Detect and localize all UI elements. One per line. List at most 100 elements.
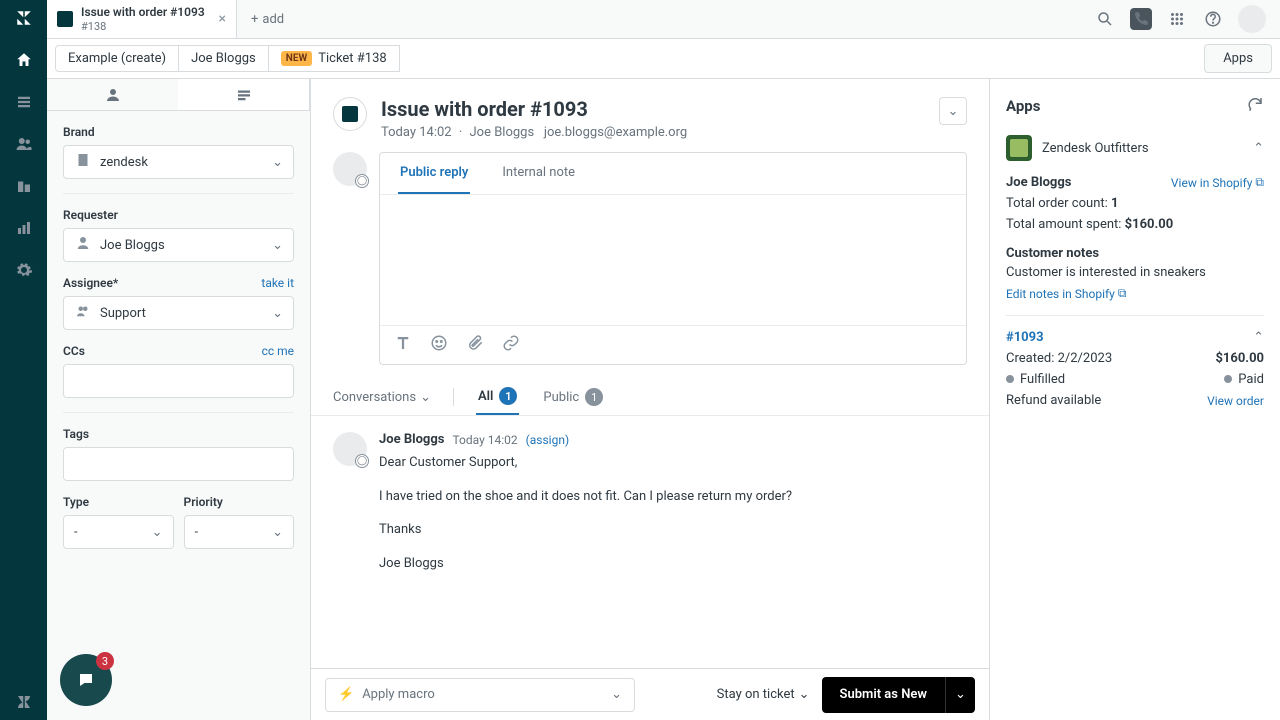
- assignee-label: Assignee*: [63, 276, 118, 290]
- nav-customers-icon[interactable]: [14, 134, 34, 154]
- refresh-icon[interactable]: [1246, 95, 1264, 117]
- customer-notes: Customer is interested in sneakers: [1006, 265, 1264, 280]
- close-tab-icon[interactable]: ×: [219, 11, 226, 27]
- tab-public-reply[interactable]: Public reply: [398, 153, 470, 194]
- composer-textarea[interactable]: [380, 195, 966, 325]
- assignee-select[interactable]: Support ⌄: [63, 296, 294, 330]
- crumb-ticket[interactable]: NEW Ticket #138: [269, 45, 400, 72]
- tags-label: Tags: [63, 427, 294, 441]
- view-order-link[interactable]: View order: [1207, 393, 1264, 408]
- msg-avatar: ◯: [333, 432, 367, 466]
- brand-select[interactable]: zendesk ⌄: [63, 145, 294, 179]
- priority-select[interactable]: -⌄: [184, 515, 295, 549]
- tab-subtitle: #138: [81, 20, 205, 33]
- help-icon[interactable]: [1202, 8, 1224, 30]
- submit-button-group: Submit as New ⌄: [822, 677, 975, 713]
- status-pill: NEW: [281, 51, 312, 66]
- public-count-badge: 1: [585, 388, 603, 406]
- conv-tab-public[interactable]: Public1: [541, 380, 605, 414]
- app-name: Zendesk Outfitters: [1042, 141, 1243, 156]
- msg-assign-link[interactable]: (assign): [526, 433, 569, 447]
- ticket-tab-icon: [57, 11, 73, 27]
- nav-admin-icon[interactable]: [14, 260, 34, 280]
- add-tab-label: add: [262, 12, 284, 27]
- stay-on-ticket-dropdown[interactable]: Stay on ticket ⌄: [717, 687, 810, 702]
- left-sidebar: Brand zendesk ⌄ Requester Joe Bloggs ⌄: [47, 79, 311, 720]
- priority-label: Priority: [184, 495, 295, 509]
- talk-icon[interactable]: [1130, 8, 1152, 30]
- tab-title: Issue with order #1093: [81, 5, 205, 19]
- chevron-down-icon: ⌄: [272, 306, 283, 321]
- nav-org-icon[interactable]: [14, 176, 34, 196]
- view-in-shopify-link[interactable]: View in Shopify ⧉: [1171, 175, 1264, 190]
- ticket-title: Issue with order #1093: [381, 97, 925, 121]
- priority-value: -: [195, 525, 199, 540]
- expand-button[interactable]: ⌄: [939, 97, 967, 125]
- conversations-dropdown[interactable]: Conversations ⌄: [333, 390, 431, 405]
- ccs-label: CCs: [63, 344, 85, 358]
- nav-zendesk-icon[interactable]: [14, 692, 34, 712]
- ccs-input[interactable]: [63, 364, 294, 398]
- app-header[interactable]: Zendesk Outfitters ⌃: [1006, 135, 1264, 161]
- chevron-down-icon: ⌄: [611, 687, 622, 702]
- order-status: Fulfilled Paid: [1006, 372, 1264, 387]
- emoji-icon[interactable]: [430, 334, 448, 356]
- msg-time: Today 14:02: [452, 433, 517, 447]
- user-badge-icon: ◯: [355, 174, 369, 188]
- brand-label: Brand: [63, 125, 294, 139]
- center-pane: Issue with order #1093 Today 14:02 · Joe…: [311, 79, 990, 720]
- take-it-link[interactable]: take it: [261, 276, 294, 290]
- ticket-tab[interactable]: Issue with order #1093 #138 ×: [47, 0, 237, 38]
- ticket-icon: [333, 97, 367, 131]
- apply-macro-select[interactable]: ⚡ Apply macro ⌄: [325, 678, 635, 712]
- crumb-ticket-label: Ticket #138: [318, 51, 386, 66]
- chevron-down-icon: ⌄: [799, 687, 810, 702]
- chevron-down-icon: ⌄: [152, 525, 163, 540]
- format-text-icon[interactable]: [394, 334, 412, 356]
- apps-grid-icon[interactable]: [1166, 8, 1188, 30]
- link-icon[interactable]: [502, 334, 520, 356]
- message: ◯ Joe Bloggs Today 14:02 (assign) Dear C…: [333, 432, 967, 587]
- crumb-example[interactable]: Example (create): [55, 45, 179, 72]
- submit-dropdown[interactable]: ⌄: [945, 677, 975, 713]
- left-tab-ticket[interactable]: [178, 79, 310, 110]
- type-value: -: [74, 525, 78, 540]
- requester-select[interactable]: Joe Bloggs ⌄: [63, 228, 294, 262]
- apps-title: Apps: [1006, 97, 1040, 115]
- tab-internal-note[interactable]: Internal note: [500, 153, 577, 194]
- add-tab-button[interactable]: + add: [237, 0, 298, 38]
- external-link-icon: ⧉: [1118, 286, 1127, 301]
- tabbar: Issue with order #1093 #138 × + add: [47, 0, 1280, 39]
- order-number-link[interactable]: #1093: [1006, 330, 1044, 345]
- left-tab-user[interactable]: [47, 79, 178, 110]
- nav-logo-icon[interactable]: [14, 8, 34, 28]
- search-icon[interactable]: [1094, 8, 1116, 30]
- building-icon: [74, 151, 92, 173]
- chevron-down-icon: ⌄: [272, 238, 283, 253]
- chevron-up-icon: ⌃: [1253, 141, 1264, 156]
- crumb-requester[interactable]: Joe Bloggs: [179, 45, 269, 72]
- type-select[interactable]: -⌄: [63, 515, 174, 549]
- user-badge-icon: ◯: [355, 454, 369, 468]
- nav-reports-icon[interactable]: [14, 218, 34, 238]
- requester-value: Joe Bloggs: [100, 238, 165, 253]
- msg-body: Dear Customer Support, I have tried on t…: [379, 453, 967, 573]
- edit-notes-link[interactable]: Edit notes in Shopify ⧉: [1006, 286, 1264, 301]
- apps-toggle-button[interactable]: Apps: [1204, 44, 1272, 73]
- tags-input[interactable]: [63, 447, 294, 481]
- cc-me-link[interactable]: cc me: [262, 344, 294, 358]
- attachment-icon[interactable]: [466, 334, 484, 356]
- user-avatar[interactable]: [1238, 5, 1266, 33]
- nav-views-icon[interactable]: [14, 92, 34, 112]
- customer-notes-heading: Customer notes: [1006, 246, 1264, 261]
- agent-avatar: ◯: [333, 152, 367, 186]
- app-icon: [1006, 135, 1032, 161]
- conv-tab-all[interactable]: All1: [476, 379, 519, 415]
- chat-fab[interactable]: 3: [60, 654, 112, 706]
- chevron-up-icon[interactable]: ⌃: [1253, 330, 1264, 345]
- external-link-icon: ⧉: [1255, 175, 1264, 190]
- requester-label: Requester: [63, 208, 294, 222]
- submit-button[interactable]: Submit as New: [822, 677, 945, 713]
- nav-home-icon[interactable]: [14, 50, 34, 70]
- chat-badge: 3: [96, 652, 114, 670]
